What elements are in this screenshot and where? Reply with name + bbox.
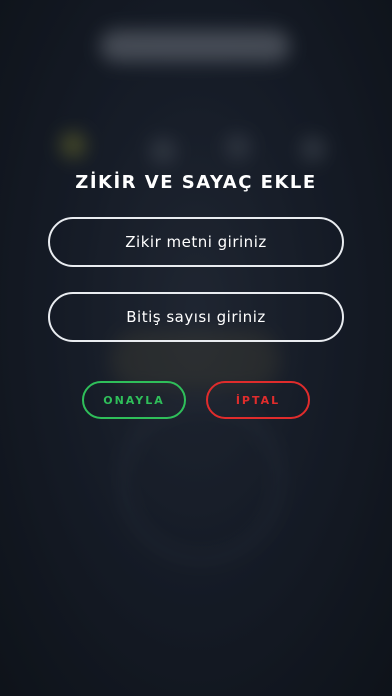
zikir-text-placeholder: Zikir metni giriniz — [125, 233, 267, 251]
zikir-text-field[interactable]: Zikir metni giriniz — [48, 217, 344, 267]
end-count-placeholder: Bitiş sayısı giriniz — [126, 308, 266, 326]
end-count-field[interactable]: Bitiş sayısı giriniz — [48, 292, 344, 342]
confirm-button-label: ONAYLA — [103, 393, 165, 407]
modal-title: ZİKİR VE SAYAÇ EKLE — [75, 172, 317, 193]
cancel-button-label: İPTAL — [235, 393, 281, 407]
cancel-button[interactable]: İPTAL — [206, 381, 310, 419]
add-zikir-modal: ZİKİR VE SAYAÇ EKLE Zikir metni giriniz … — [0, 0, 392, 696]
confirm-button[interactable]: ONAYLA — [82, 381, 186, 419]
